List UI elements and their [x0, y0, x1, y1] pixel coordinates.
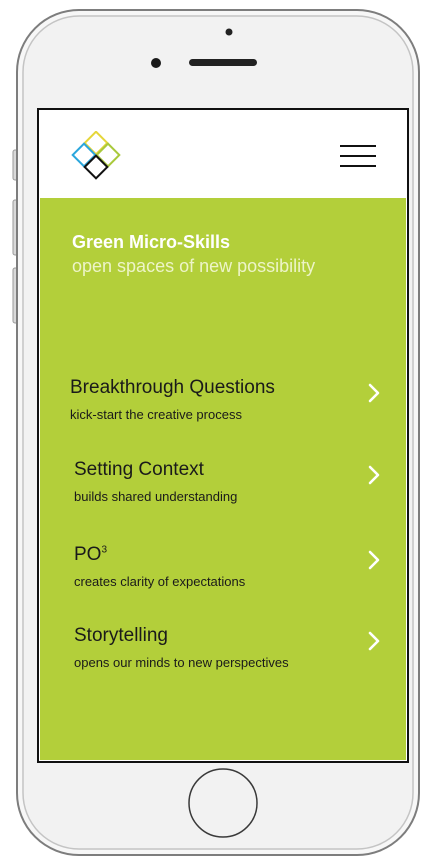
- menu-bar-middle: [340, 155, 376, 157]
- skill-title: Storytelling: [74, 625, 168, 646]
- diamond-logo-icon[interactable]: [68, 131, 124, 187]
- chevron-right-icon: [368, 383, 380, 403]
- phone-mockup: Green Micro-Skills open spaces of new po…: [0, 0, 422, 859]
- chevron-right-icon: [368, 631, 380, 651]
- skill-title: Breakthrough Questions: [70, 377, 275, 398]
- page-subtitle: open spaces of new possibility: [72, 256, 316, 276]
- hamburger-menu-icon[interactable]: [338, 141, 378, 171]
- skill-subtitle: creates clarity of expectations: [74, 574, 246, 589]
- skill-title: Setting Context: [74, 459, 204, 480]
- menu-bar-top: [340, 145, 376, 147]
- chevron-right-icon: [368, 465, 380, 485]
- menu-bar-bottom: [340, 165, 376, 167]
- skill-title: PO3: [74, 543, 107, 567]
- skill-subtitle: kick-start the creative process: [70, 407, 242, 422]
- skill-item-po3[interactable]: PO3 creates clarity of expectations: [74, 543, 382, 599]
- skill-subtitle: builds shared understanding: [74, 489, 238, 504]
- app-screen: Green Micro-Skills open spaces of new po…: [40, 111, 406, 760]
- skill-subtitle: opens our minds to new perspectives: [74, 655, 289, 670]
- skill-title-superscript: 3: [101, 544, 108, 556]
- skill-item-storytelling[interactable]: Storytelling opens our minds to new pers…: [74, 624, 382, 680]
- hero-section: Green Micro-Skills open spaces of new po…: [72, 231, 402, 279]
- skill-item-breakthrough-questions[interactable]: Breakthrough Questions kick-start the cr…: [70, 376, 382, 432]
- page-title: Green Micro-Skills: [72, 232, 231, 252]
- skill-item-setting-context[interactable]: Setting Context builds shared understand…: [74, 458, 382, 514]
- skill-title-text: PO: [74, 544, 102, 565]
- app-header: [40, 111, 406, 198]
- chevron-right-icon: [368, 550, 380, 570]
